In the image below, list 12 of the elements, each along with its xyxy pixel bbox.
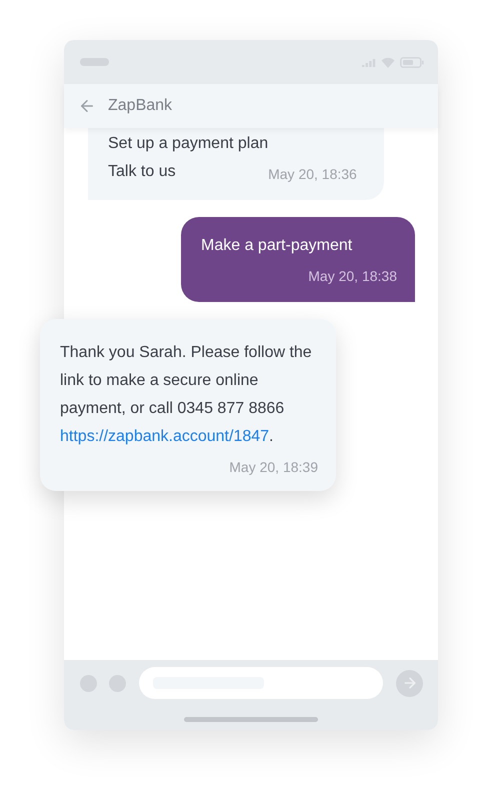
arrow-icon [402, 675, 418, 691]
message-text: Make a part-payment [201, 236, 354, 256]
send-button[interactable] [396, 670, 423, 696]
chat-title: ZapBank [108, 97, 172, 115]
option-text: Talk to us [108, 162, 177, 182]
back-icon[interactable] [78, 97, 96, 115]
payment-link[interactable]: https://zapbank.account/1847 [60, 428, 270, 445]
timestamp: May 20, 18:36 [268, 166, 357, 182]
timestamp: May 20, 18:38 [308, 268, 397, 284]
timestamp: May 20, 18:39 [229, 459, 318, 475]
message-text: Thank you Sarah. Please follow the link to make a secure online payment, or call 0345 877 8866 https://zapbank.account/1847. [60, 343, 313, 447]
option-text: Set up a payment plan [108, 134, 268, 154]
